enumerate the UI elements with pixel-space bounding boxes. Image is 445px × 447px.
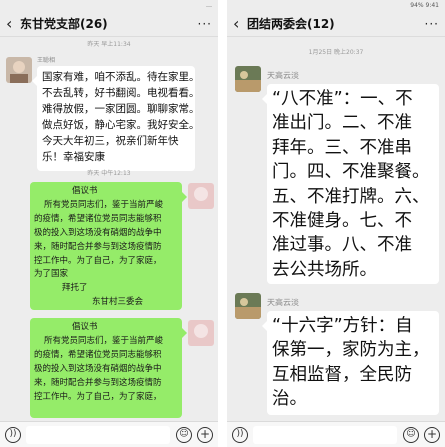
- status-text: …: [206, 2, 212, 9]
- message-line: 极的投入到这场没有硝烟的战争中: [34, 363, 162, 374]
- message-line: 倡议书: [72, 322, 98, 332]
- message-line: 所有党员同志们，鉴于当前严峻: [44, 335, 164, 346]
- left-chat-screen: … ‹ 东甘党支部(26) ··· 昨天 早上11:34 王聪相 国家有难，咱不…: [0, 0, 218, 447]
- message-line: 控工作中。为了自己，为了家庭，: [34, 391, 162, 402]
- add-icon[interactable]: +: [197, 427, 213, 443]
- voice-icon[interactable]: )): [5, 427, 21, 443]
- add-icon[interactable]: +: [424, 427, 440, 443]
- message-line: 门。四、不准聚餐。: [272, 162, 430, 183]
- message-line: 来，随时配合并参与到这场疫情防: [34, 377, 162, 388]
- status-bar: …: [0, 0, 218, 11]
- chat-title: 东甘党支部(26): [20, 17, 108, 31]
- message-line: 准出门。二、不准: [272, 113, 412, 134]
- message-line: 的疫情，希望诸位党员同志能够积: [34, 213, 162, 224]
- message-line: 准过事。八、不准: [272, 235, 412, 256]
- input-bar: )) ☺ +: [0, 421, 218, 447]
- message-line: 五、不准打牌。六、: [272, 186, 430, 207]
- sender-name: 天高云淡: [267, 71, 299, 80]
- avatar[interactable]: [235, 293, 261, 319]
- message-input[interactable]: [26, 426, 170, 444]
- message-line: 治。: [272, 389, 307, 410]
- message-line: 不去乱转，好书翻阅。电视看看。: [42, 87, 200, 99]
- more-dots-icon[interactable]: ···: [425, 17, 439, 31]
- message-bubble[interactable]: 倡议书 所有党员同志们，鉴于当前严峻 的疫情，希望诸位党员同志能够积 极的投入到…: [30, 182, 187, 310]
- avatar[interactable]: [188, 320, 214, 346]
- avatar[interactable]: [235, 66, 261, 92]
- input-bar: )) ☺ +: [227, 421, 445, 447]
- emoji-icon[interactable]: ☺: [176, 427, 192, 443]
- message-line: 互相监督，全民防: [272, 364, 412, 385]
- message-line: 东甘村三委会: [92, 297, 144, 308]
- voice-icon[interactable]: )): [232, 427, 248, 443]
- message-line: 极的投入到这场没有硝烟的战争中: [34, 227, 162, 238]
- emoji-icon[interactable]: ☺: [403, 427, 419, 443]
- message-input[interactable]: [253, 426, 397, 444]
- back-icon[interactable]: ‹: [6, 14, 20, 33]
- avatar[interactable]: [188, 183, 214, 209]
- timestamp: 昨天 早上11:34: [87, 41, 131, 48]
- message-line: 控工作中。为了自己，为了家庭，: [34, 255, 162, 266]
- message-line: 为了国家: [34, 269, 69, 280]
- message-line: 保第一，家防为主，: [272, 340, 430, 361]
- message-line: 所有党员同志们，鉴于当前严峻: [44, 199, 164, 210]
- message-line: 今天大年初三，祝亲们新年快: [42, 135, 179, 147]
- message-line: “八不准”：一、不: [272, 89, 413, 109]
- message-line: 的疫情，希望诸位党员同志能够积: [34, 349, 162, 360]
- message-line: 倡议书: [72, 186, 98, 196]
- timestamp: 1月25日 晚上20:37: [308, 49, 364, 56]
- message-line: 去公共场所。: [272, 259, 377, 280]
- message-bubble[interactable]: 倡议书 所有党员同志们，鉴于当前严峻 的疫情，希望诸位党员同志能够积 极的投入到…: [30, 318, 187, 418]
- message-line: 拜托了: [62, 283, 88, 294]
- message-bubble[interactable]: “十六字”方针：自 保第一，家防为主， 互相监督，全民防 治。: [262, 311, 439, 415]
- message-line: 来，随时配合并参与到这场疫情防: [34, 241, 162, 252]
- message-bubble[interactable]: 国家有难，咱不添乱。待在家里。 不去乱转，好书翻阅。电视看看。 难得放假，一家团…: [32, 66, 200, 171]
- message-line: “十六字”方针：自: [272, 316, 413, 336]
- message-line: 做点好饭，静心宅家。我好安全。: [42, 119, 200, 131]
- sender-name: 天高云淡: [267, 298, 299, 307]
- message-line: 乐！幸福安康: [42, 151, 105, 163]
- chat-header: ‹ 东甘党支部(26) ···: [0, 11, 218, 37]
- message-line: 难得放假，一家团圆。聊聊家常。: [42, 103, 200, 115]
- message-bubble[interactable]: “八不准”：一、不 准出门。二、不准 拜年。三、不准串 门。四、不准聚餐。 五、…: [262, 84, 439, 284]
- message-line: 拜年。三、不准串: [272, 137, 412, 158]
- avatar[interactable]: [6, 57, 32, 83]
- more-dots-icon[interactable]: ···: [198, 17, 212, 31]
- back-icon[interactable]: ‹: [233, 14, 247, 33]
- right-chat-screen: 94% 9:41 ‹ 团结两委会(12) ··· 1月25日 晚上20:37 天…: [227, 0, 445, 447]
- timestamp: 昨天 中午12:13: [87, 170, 131, 177]
- status-bar: 94% 9:41: [227, 0, 445, 11]
- chat-title: 团结两委会(12): [247, 17, 335, 31]
- sender-name: 王聪相: [37, 57, 56, 64]
- message-line: 不准健身。七、不: [272, 211, 412, 232]
- status-text: 94% 9:41: [410, 2, 439, 9]
- chat-header: ‹ 团结两委会(12) ···: [227, 11, 445, 37]
- message-line: 国家有难，咱不添乱。待在家里。: [42, 71, 200, 83]
